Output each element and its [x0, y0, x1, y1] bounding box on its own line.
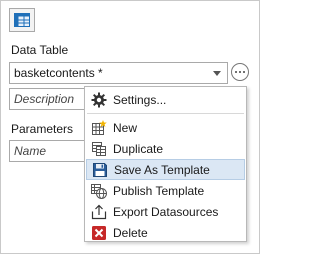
- data-table-value: basketcontents *: [14, 66, 103, 80]
- menu-item-delete[interactable]: Delete: [86, 222, 245, 243]
- table-view-button[interactable]: [9, 8, 35, 32]
- export-icon: [91, 204, 107, 220]
- ellipsis-icon: [235, 71, 245, 73]
- menu-item-label: Publish Template: [113, 183, 205, 198]
- chevron-down-icon: [213, 71, 221, 76]
- menu-item-label: Save As Template: [114, 162, 210, 177]
- data-table-label: Data Table: [11, 43, 69, 57]
- menu-item-save-as-template[interactable]: Save As Template: [86, 159, 245, 180]
- data-table-dropdown[interactable]: basketcontents *: [9, 62, 228, 84]
- duplicate-icon: [91, 141, 107, 157]
- menu-item-publish-template[interactable]: Publish Template: [86, 180, 245, 201]
- more-options-button[interactable]: [231, 63, 249, 81]
- menu-item-new[interactable]: New: [86, 117, 245, 138]
- menu-item-label: Export Datasources: [113, 204, 219, 219]
- menu-item-export-datasources[interactable]: Export Datasources: [86, 201, 245, 222]
- new-table-icon: [91, 119, 107, 136]
- publish-icon: [91, 183, 107, 199]
- options-menu: Settings... New Duplicate Save As Templa…: [84, 86, 247, 242]
- menu-item-settings[interactable]: Settings...: [86, 89, 245, 110]
- menu-item-duplicate[interactable]: Duplicate: [86, 138, 245, 159]
- menu-separator: [87, 113, 244, 114]
- gear-icon: [91, 92, 107, 108]
- delete-icon: [91, 225, 107, 241]
- name-input[interactable]: [14, 143, 94, 159]
- menu-item-label: Delete: [113, 225, 148, 240]
- description-input[interactable]: [14, 91, 94, 107]
- save-icon: [92, 162, 108, 178]
- menu-item-label: New: [113, 120, 138, 135]
- menu-item-label: Settings...: [113, 92, 167, 107]
- table-view-icon: [14, 13, 30, 27]
- menu-item-label: Duplicate: [113, 141, 164, 156]
- parameters-label: Parameters: [11, 122, 74, 136]
